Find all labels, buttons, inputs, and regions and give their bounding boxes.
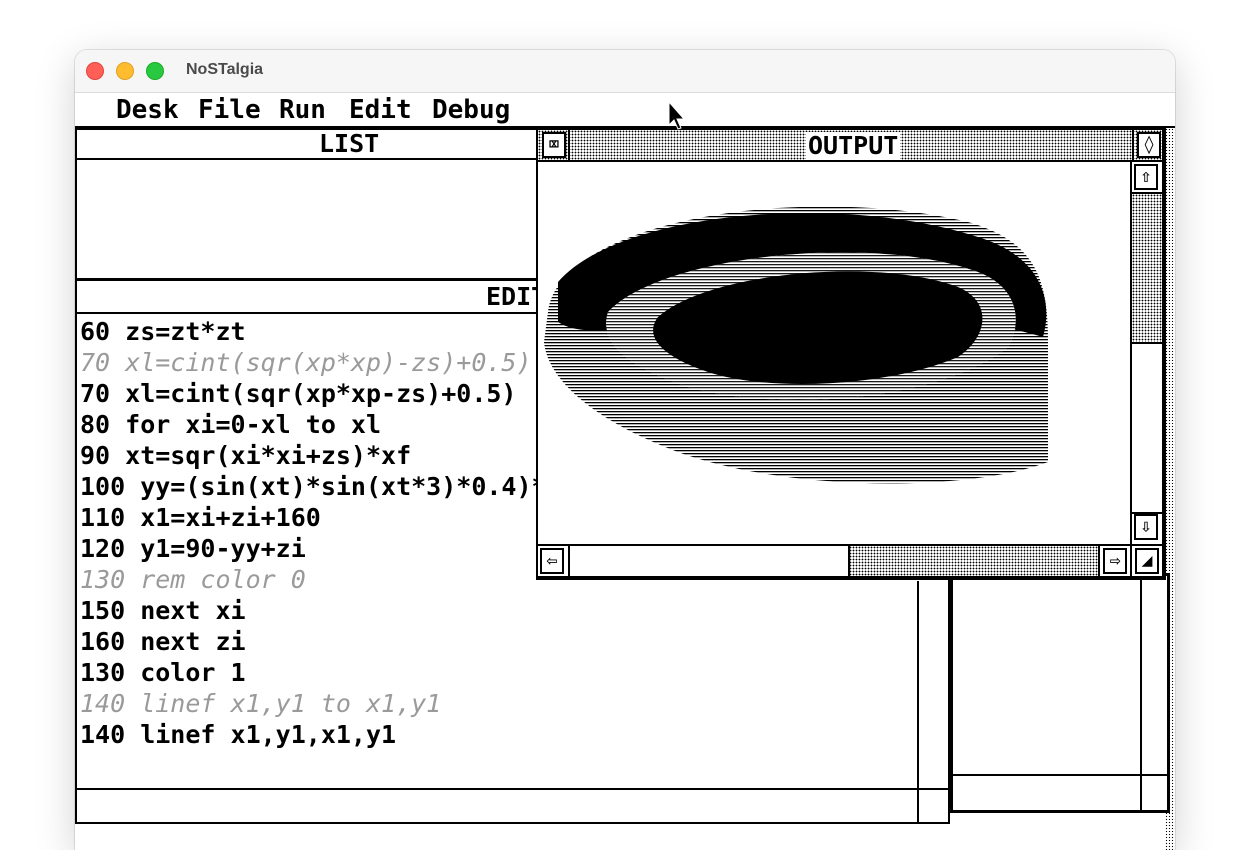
code-line[interactable]: 100 yy=(sin(xt)*sin(xt*3)*0.4)*56 <box>80 471 577 502</box>
scroll-divider <box>1098 546 1100 576</box>
zoom-window-button[interactable] <box>146 62 164 80</box>
arrow-down-icon[interactable]: ⇩ <box>1134 514 1158 540</box>
size-box-icon[interactable]: ◢ <box>1135 548 1159 574</box>
menu-bar: Desk File Run Edit Debug <box>75 93 1175 126</box>
code-line[interactable]: 80 for xi=0-xl to xl <box>80 409 577 440</box>
menu-edit[interactable]: Edit <box>349 94 412 126</box>
code-line[interactable]: 60 zs=zt*zt <box>80 316 577 347</box>
app-window: NoSTalgia Desk File Run Edit Debug LIST <box>75 50 1175 850</box>
code-editor[interactable]: 60 zs=zt*zt 70 xl=cint(sqr(xp*xp)-zs)+0.5… <box>80 316 577 750</box>
title-divider <box>568 130 570 160</box>
list-window-title-bar[interactable]: LIST <box>77 130 553 160</box>
menu-desk[interactable]: Desk <box>116 94 179 126</box>
code-line[interactable]: 140 linef x1,y1,x1,y1 <box>80 719 577 750</box>
output-window[interactable]: ⌧ OUTPUT ◊ ⇧ ⇩ ⇦ ⇨ ◢ <box>536 128 1166 580</box>
fuller-box-icon[interactable]: ◊ <box>1137 132 1161 158</box>
horizontal-scroll-thumb[interactable] <box>570 546 850 576</box>
close-window-button[interactable] <box>86 62 104 80</box>
title-divider <box>1132 130 1134 160</box>
panel-divider <box>953 774 1167 776</box>
title-bar[interactable]: NoSTalgia <box>75 50 1175 93</box>
code-line[interactable]: 110 x1=xi+zi+160 <box>80 502 577 533</box>
mouse-pointer-icon <box>668 101 686 130</box>
arrow-right-icon[interactable]: ⇨ <box>1103 548 1127 574</box>
edit-scroll-divider <box>917 581 919 822</box>
edit-status-divider <box>77 788 948 790</box>
code-line[interactable]: 140 linef x1,y1 to x1,y1 <box>80 688 577 719</box>
vertical-scrollbar[interactable]: ⇧ ⇩ <box>1130 162 1162 544</box>
background-window[interactable] <box>950 573 1170 813</box>
menu-file[interactable]: File <box>198 94 261 126</box>
window-title: NoSTalgia <box>186 61 264 78</box>
code-line[interactable]: 70 xl=cint(sqr(xp*xp-zs)+0.5) <box>80 378 577 409</box>
menu-debug[interactable]: Debug <box>432 94 510 126</box>
minimize-window-button[interactable] <box>116 62 134 80</box>
list-window-title: LIST <box>319 129 380 158</box>
arrow-up-icon[interactable]: ⇧ <box>1134 164 1158 190</box>
scroll-divider <box>1130 546 1132 576</box>
horizontal-scrollbar[interactable]: ⇦ ⇨ ◢ <box>538 544 1162 576</box>
canvas-clip <box>1048 162 1130 544</box>
code-line[interactable]: 90 xt=sqr(xi*xi+zs)*xf <box>80 440 577 471</box>
arrow-left-icon[interactable]: ⇦ <box>540 548 564 574</box>
code-line[interactable]: 70 xl=cint(sqr(xp*xp)-zs)+0.5) <box>80 347 577 378</box>
output-canvas[interactable] <box>538 162 1130 544</box>
code-line[interactable]: 150 next xi <box>80 595 577 626</box>
output-window-title-bar[interactable]: ⌧ OUTPUT ◊ <box>538 130 1162 162</box>
output-window-title: OUTPUT <box>806 131 901 160</box>
code-line[interactable]: 130 color 1 <box>80 657 577 688</box>
wireframe-surface-plot <box>544 162 1130 544</box>
screen: NoSTalgia Desk File Run Edit Debug LIST <box>0 0 1250 850</box>
list-window[interactable]: LIST <box>75 128 555 280</box>
code-line[interactable]: 130 rem color 0 <box>80 564 577 595</box>
close-box-icon[interactable]: ⌧ <box>542 132 566 158</box>
horizontal-scroll-track[interactable] <box>570 546 1098 576</box>
vertical-scroll-thumb[interactable] <box>1132 342 1162 512</box>
code-line[interactable]: 120 y1=90-yy+zi <box>80 533 577 564</box>
code-line[interactable]: 160 next zi <box>80 626 577 657</box>
menu-run[interactable]: Run <box>279 94 326 126</box>
atari-desktop: Desk File Run Edit Debug LIST EDIT 60 zs… <box>75 93 1175 850</box>
vertical-scroll-track[interactable] <box>1132 194 1162 512</box>
